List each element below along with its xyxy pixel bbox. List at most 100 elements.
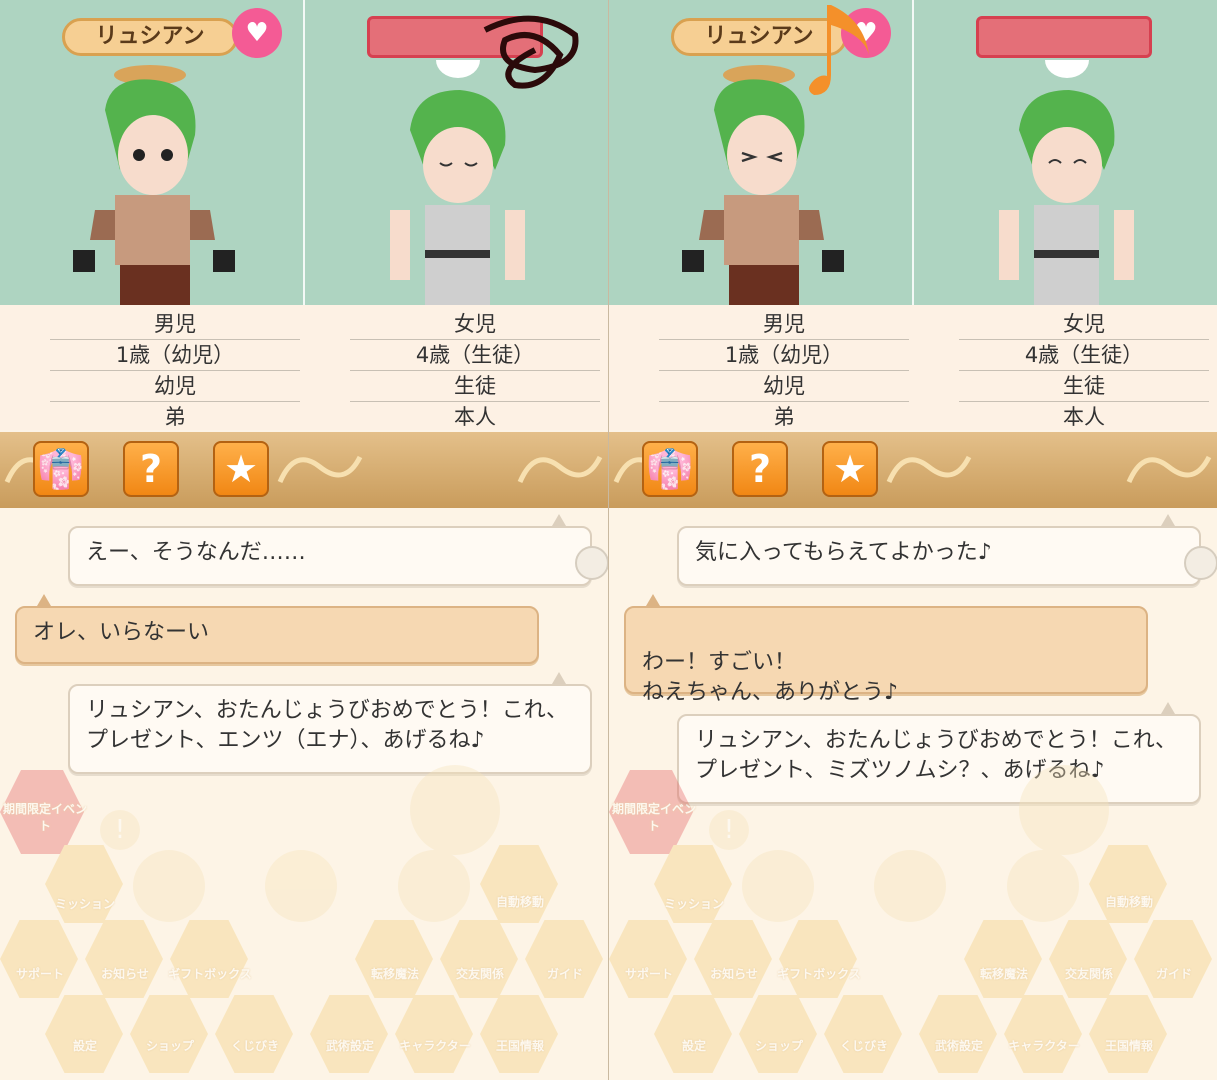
character-right[interactable] [305,0,608,305]
arrow-down-icon[interactable] [874,850,946,922]
relations-label: 交友関係 [1064,967,1113,981]
notice-label: お知らせ [101,967,149,981]
relation-label: 弟 [50,402,300,433]
arrow-down-icon[interactable] [265,850,337,922]
teleport-button[interactable] [355,920,433,998]
question-icon[interactable] [742,850,814,922]
notice-label: お知らせ [710,967,758,981]
support-label: サポート [624,967,673,981]
message-text: オレ、いらなーい [33,620,210,645]
game-panel-left: リュシアン ♥ 男児 1歳（幼児） 幼児 弟 女児 4歳（生徒） 生徒 本人 👘… [0,0,608,1080]
teleport-button[interactable] [964,920,1042,998]
ornament-icon [517,455,603,484]
leaf-icon[interactable] [1019,765,1109,855]
character-left[interactable]: リュシアン ♥ [609,0,912,305]
profile-info: 男児 1歳（幼児） 幼児 弟 女児 4歳（生徒） 生徒 本人 [0,305,608,433]
pet-icon[interactable] [1007,850,1079,922]
profile-left: 男児 1歳（幼児） 幼児 弟 [50,309,300,433]
kingdom-button[interactable] [1089,995,1167,1073]
gift-box-label: ギフトボックス [168,967,252,981]
guide-button[interactable] [1134,920,1212,998]
girl-avatar [999,60,1134,305]
message-bubble: リュシアン、おたんじょうびおめでとう！これ、プレゼント、エンツ（エナ）、あげるね… [68,684,592,774]
pet-icon[interactable] [398,850,470,922]
mission-label: ミッション [663,897,724,911]
screenshot-root: リュシアン ♥ 男児 1歳（幼児） 幼児 弟 女児 4歳（生徒） 生徒 本人 👘… [0,0,1217,1080]
question-icon: ? [748,447,772,491]
lottery-button[interactable] [215,995,293,1073]
support-button[interactable] [609,920,687,998]
shop-button[interactable] [739,995,817,1073]
support-button[interactable] [0,920,78,998]
kingdom-button[interactable] [480,995,558,1073]
speaker-icon[interactable] [1184,546,1217,580]
outfit-button[interactable]: 👘 [33,441,89,497]
action-toolbar: 👘 ? ★ [609,432,1217,508]
character-right[interactable] [914,0,1217,305]
notice-button[interactable] [85,920,163,998]
favorite-button[interactable]: ★ [213,441,269,497]
guide-label: ガイド [1155,967,1192,981]
gender-label: 男児 [50,309,300,340]
gender-label: 男児 [659,309,909,340]
auto-move-label: 自動移動 [1104,895,1153,909]
martial-label: 武術設定 [934,1039,983,1053]
settings-label: 設定 [681,1039,706,1053]
age-label: 4歳（生徒） [959,340,1209,371]
bubble-tail [37,594,51,606]
character-left[interactable]: リュシアン ♥ [0,0,303,305]
speaker-icon[interactable] [575,546,608,580]
help-button[interactable]: ? [123,441,179,497]
character-button[interactable] [1004,995,1082,1073]
stage-label: 生徒 [959,371,1209,402]
gender-label: 女児 [959,309,1209,340]
gift-box-button[interactable] [779,920,857,998]
relations-button[interactable] [440,920,518,998]
message-text: わー！すごい！ ねえちゃん、ありがとう♪ [642,650,899,705]
lottery-label: くじびき [230,1039,279,1053]
favorite-button[interactable]: ★ [822,441,878,497]
stage-label: 幼児 [659,371,909,402]
question-icon: ? [139,447,163,491]
help-button[interactable]: ? [732,441,788,497]
shop-label: ショップ [145,1039,194,1053]
stage-label: 生徒 [350,371,600,402]
profile-info: 男児 1歳（幼児） 幼児 弟 女児 4歳（生徒） 生徒 本人 [609,305,1217,433]
kingdom-label: 王国情報 [1104,1039,1153,1053]
martial-button[interactable] [310,995,388,1073]
auto-move-label: 自動移動 [495,895,544,909]
shop-button[interactable] [130,995,208,1073]
guide-label: ガイド [546,967,583,981]
notice-button[interactable] [694,920,772,998]
ornament-icon [1126,455,1212,484]
auto-move-button[interactable] [1089,845,1167,923]
message-bubble: 気に入ってもらえてよかった♪ [677,526,1201,586]
martial-button[interactable] [919,995,997,1073]
settings-button[interactable] [45,995,123,1073]
question-icon[interactable] [133,850,205,922]
age-label: 4歳（生徒） [350,340,600,371]
relations-label: 交友関係 [455,967,504,981]
lottery-button[interactable] [824,995,902,1073]
settings-label: 設定 [72,1039,97,1053]
coat-icon: 👘 [37,447,85,491]
relation-label: 本人 [959,402,1209,433]
relations-button[interactable] [1049,920,1127,998]
name-pill-lucien: リュシアン [62,18,238,56]
heart-icon[interactable]: ♥ [232,8,282,58]
auto-move-button[interactable] [480,845,558,923]
outfit-button[interactable]: 👘 [642,441,698,497]
gift-box-button[interactable] [170,920,248,998]
game-panel-right: リュシアン ♥ 男児 1歳（幼児） 幼児 弟 女児 4歳（生徒） 生徒 本人 👘… [609,0,1217,1080]
star-icon: ★ [832,447,868,491]
alert-icon[interactable]: ! [709,810,749,850]
settings-button[interactable] [654,995,732,1073]
alert-icon[interactable]: ! [100,810,140,850]
character-button[interactable] [395,995,473,1073]
age-label: 1歳（幼児） [659,340,909,371]
fish-icon[interactable] [410,765,500,855]
ornament-icon [886,455,972,484]
guide-button[interactable] [525,920,603,998]
boy-avatar [682,65,844,305]
ornament-icon [277,455,363,484]
